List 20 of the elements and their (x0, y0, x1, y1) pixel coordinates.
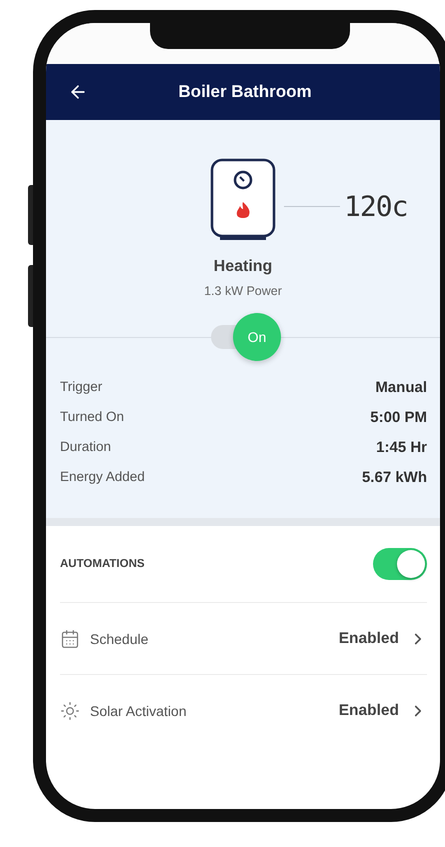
screen-title: Boiler Bathroom (178, 82, 312, 102)
detail-value: Manual (375, 379, 427, 396)
sun-icon (60, 701, 80, 721)
water-heater-icon (210, 158, 276, 242)
section-title: AUTOMATIONS (60, 558, 145, 570)
calendar-icon (60, 628, 80, 648)
detail-label: Duration (60, 439, 112, 456)
temperature-label: 120c (344, 190, 408, 223)
detail-label: Trigger (60, 379, 102, 396)
leader-line (284, 206, 340, 207)
detail-value: 1:45 Hr (376, 439, 427, 456)
automation-item[interactable]: Solar Activation Enabled (60, 675, 427, 747)
power-text: 1.3 kW Power (204, 284, 282, 298)
automations-switch[interactable] (373, 548, 427, 580)
status-text: Heating (214, 258, 272, 276)
automation-item[interactable]: Schedule Enabled (60, 603, 427, 675)
detail-value: 5:00 PM (370, 409, 427, 426)
detail-value: 5.67 kWh (362, 469, 427, 486)
detail-label: Energy Added (60, 469, 145, 486)
detail-label: Turned On (60, 409, 124, 426)
